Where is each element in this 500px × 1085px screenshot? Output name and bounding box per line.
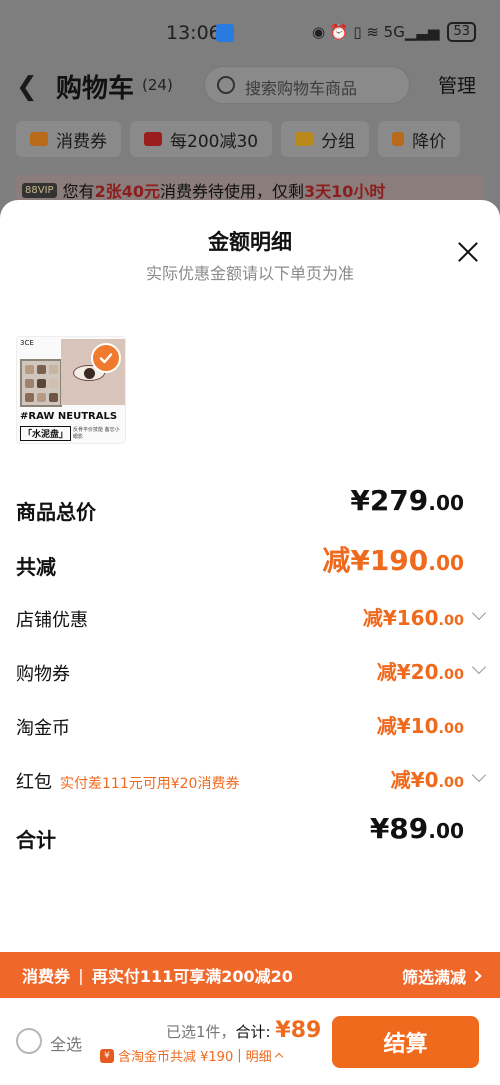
discount-note: 含淘金币共减 ¥190: [118, 1050, 234, 1065]
search-placeholder: 搜索购物车商品: [245, 79, 358, 98]
row-value: 减¥0.00: [390, 768, 464, 792]
filter-full-discount-link[interactable]: 筛选满减: [401, 964, 482, 988]
row-value: 减¥160.00: [362, 606, 464, 630]
row-value: 减¥20.00: [376, 660, 464, 684]
status-time: 13:06: [166, 22, 221, 44]
row-taojinbi: 淘金币 减¥10.00: [16, 706, 484, 746]
chip-price-drop[interactable]: 降价: [378, 121, 461, 157]
detail-separator: |: [237, 1048, 242, 1063]
chip-coupon[interactable]: 消费券: [16, 121, 121, 157]
search-icon: [217, 76, 235, 94]
banner-highlight-time: 3天10小时: [303, 182, 386, 201]
chip-discount[interactable]: 每200减30: [130, 121, 273, 157]
eyeshadow-palette-image: [20, 359, 62, 407]
selected-check-icon[interactable]: [91, 343, 121, 373]
row-value: ¥89.00: [369, 812, 464, 845]
promo-separator: |: [78, 965, 84, 985]
chip-label: 消费券: [56, 131, 107, 152]
row-label: 共减: [16, 555, 56, 579]
promo-text: 再实付111可享满200减20: [91, 967, 293, 986]
product-line1: #RAW NEUTRALS: [20, 411, 118, 422]
back-icon[interactable]: ❮: [16, 72, 38, 102]
down-arrow-icon: [392, 132, 405, 146]
selection-summary: 已选1件，合计: ¥89: [166, 1018, 321, 1043]
row-value: 减¥10.00: [376, 714, 464, 738]
chevron-down-icon[interactable]: [471, 659, 487, 675]
banner-highlight-coupons: 2张40元: [94, 182, 160, 201]
select-all-radio[interactable]: [16, 1028, 42, 1054]
ticket-icon: [144, 132, 162, 146]
amount-detail-sheet: 金额明细 实际优惠金额请以下单页为准 3CE #RAW NEUTRALS 「水泥…: [0, 200, 500, 1085]
row-grand-total: 合计 ¥89.00: [16, 812, 484, 856]
page-title: 购物车: [56, 74, 135, 104]
checkout-button[interactable]: 结算: [332, 1016, 479, 1068]
row-red-packet[interactable]: 红包 实付差111元可用¥20消费券 减¥0.00: [16, 760, 487, 800]
row-label: 淘金币: [16, 718, 70, 739]
chip-label: 分组: [321, 131, 356, 152]
row-value: 减¥190.00: [322, 544, 464, 577]
sheet-title: 金额明细: [208, 230, 292, 254]
product-thumbnail[interactable]: 3CE #RAW NEUTRALS 「水泥盘」 反骨平价技能 备忘小眼影: [16, 336, 126, 444]
row-label: 商品总价: [16, 500, 96, 524]
row-value: ¥279.00: [350, 484, 464, 517]
detail-link[interactable]: 明细: [246, 1046, 272, 1065]
sheet-subtitle: 实际优惠金额请以下单页为准: [145, 264, 354, 283]
total-label: 合计:: [235, 1023, 271, 1041]
chevron-up-icon: [274, 1052, 283, 1062]
promo-strip[interactable]: 消费券 | 再实付111可享满200减20 筛选满减: [0, 952, 500, 998]
folder-icon: [295, 132, 314, 146]
close-icon[interactable]: [456, 240, 480, 264]
cart-count: (24): [142, 76, 173, 94]
coupon-icon: [30, 132, 48, 146]
manage-button[interactable]: 管理: [438, 71, 476, 98]
banner-text-pre: 您有: [62, 182, 95, 201]
chevron-down-icon[interactable]: [471, 767, 487, 783]
chip-group[interactable]: 分组: [281, 121, 370, 157]
status-icons: ◉ ⏰ ▯ ≋ 5G▁▃▅ 53: [312, 22, 476, 42]
chevron-down-icon[interactable]: [471, 605, 487, 621]
filter-chips: 消费券 每200减30 分组 降价: [16, 121, 461, 157]
checkout-bar: 全选 已选1件，合计: ¥89 ¥ 含淘金币共减 ¥190 | 明细 结算: [0, 998, 500, 1085]
chip-label: 降价: [412, 131, 447, 152]
select-all-label[interactable]: 全选: [50, 1031, 82, 1055]
chip-label: 每200减30: [170, 131, 259, 152]
status-glyphs: ◉ ⏰ ▯ ≋ 5G▁▃▅: [312, 23, 440, 41]
row-subtotal: 商品总价 ¥279.00: [16, 484, 484, 528]
promo-action-label: 筛选满减: [401, 968, 466, 987]
coin-icon: ¥: [100, 1048, 114, 1063]
row-total-discount: 共减 减¥190.00: [16, 543, 484, 583]
battery-icon: 53: [447, 22, 476, 42]
banner-text-mid: 消费券待使用，仅剩: [159, 182, 304, 201]
chevron-right-icon: [470, 970, 482, 982]
promo-tag: 消费券: [22, 967, 71, 986]
row-label: 店铺优惠: [16, 610, 88, 631]
selected-count: 已选1件，: [166, 1023, 236, 1041]
product-line3: 反骨平价技能 备忘小眼影: [73, 427, 120, 440]
red-packet-note: 实付差111元可用¥20消费券: [60, 776, 240, 792]
status-bar: 13:06 ◉ ⏰ ▯ ≋ 5G▁▃▅ 53: [0, 0, 500, 64]
row-shop-discount[interactable]: 店铺优惠 减¥160.00: [16, 598, 487, 638]
discount-summary[interactable]: ¥ 含淘金币共减 ¥190 | 明细: [100, 1046, 283, 1065]
row-label: 合计: [16, 828, 56, 852]
location-icon: [216, 24, 234, 42]
search-input[interactable]: 搜索购物车商品: [204, 66, 410, 104]
row-shopping-voucher[interactable]: 购物券 减¥20.00: [16, 652, 487, 692]
row-label: 购物券: [16, 664, 70, 685]
vip-badge: 88VIP: [22, 182, 57, 198]
row-label: 红包 实付差111元可用¥20消费券: [16, 772, 240, 793]
total-amount: ¥89: [275, 1018, 322, 1043]
product-line2: 「水泥盘」: [20, 426, 72, 441]
cart-header: ❮ 购物车 (24) 搜索购物车商品 管理: [0, 64, 500, 112]
brand-logo-icon: 3CE: [20, 339, 34, 347]
